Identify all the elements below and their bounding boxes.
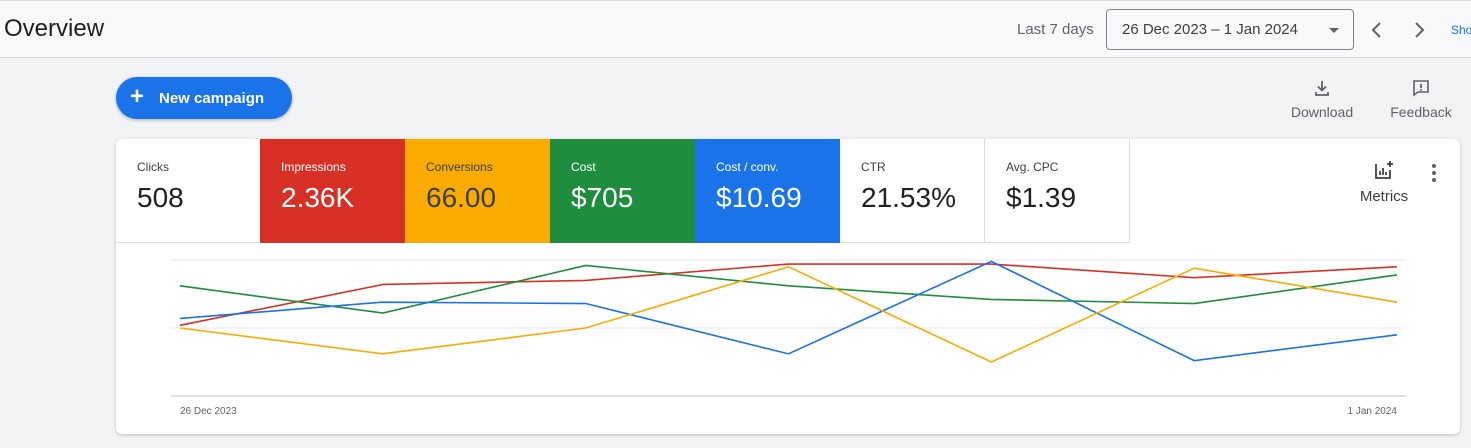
scorecard-value: 508	[137, 182, 184, 213]
performance-chart: 26 Dec 2023 1 Jan 2024	[171, 259, 1406, 417]
date-range-select[interactable]: 26 Dec 2023 – 1 Jan 2024	[1106, 9, 1354, 50]
chevron-left-icon	[1371, 22, 1381, 38]
page-title: Overview	[4, 15, 105, 42]
scorecard-name: Impressions	[281, 160, 346, 174]
scorecard-value: $1.39	[1006, 182, 1077, 213]
metrics-label: Metrics	[1359, 188, 1409, 205]
scorecard-value: 2.36K	[281, 182, 355, 213]
download-label: Download	[1290, 104, 1354, 120]
scorecard-name: Clicks	[137, 160, 169, 174]
scorecard-value: 66.00	[426, 182, 497, 213]
plus-icon: +	[130, 83, 145, 110]
download-button[interactable]: Download	[1286, 78, 1358, 120]
feedback-button[interactable]: Feedback	[1386, 78, 1456, 120]
next-period-button[interactable]	[1404, 15, 1434, 45]
scorecard-conversions[interactable]: Conversions 66.00	[405, 139, 550, 243]
top-bar: Overview Last 7 days 26 Dec 2023 – 1 Jan…	[0, 0, 1471, 58]
series-line-3	[179, 265, 1398, 363]
new-campaign-label: New campaign	[159, 90, 265, 107]
more-options-button[interactable]	[1422, 161, 1446, 185]
date-range-label: Last 7 days	[1017, 21, 1094, 38]
scorecard-ctr[interactable]: CTR 21.53%	[840, 139, 985, 243]
new-campaign-button[interactable]: + New campaign	[116, 77, 292, 119]
previous-period-button[interactable]	[1362, 15, 1392, 45]
scorecard-value: $10.69	[716, 182, 802, 213]
feedback-label: Feedback	[1390, 104, 1452, 120]
metrics-button[interactable]: Metrics	[1348, 159, 1420, 205]
performance-card: Clicks 508 Impressions 2.36K Conversions…	[116, 139, 1460, 434]
download-icon	[1315, 81, 1329, 96]
more-vert-icon	[1432, 164, 1436, 182]
scorecard-avg-cpc[interactable]: Avg. CPC $1.39	[985, 139, 1130, 243]
x-tick-label: 1 Jan 2024	[1348, 406, 1398, 417]
scorecard-name: Cost / conv.	[716, 160, 779, 174]
feedback-icon	[1413, 80, 1429, 97]
scorecard-cost-per-conv[interactable]: Cost / conv. $10.69	[695, 139, 840, 243]
series-line-0	[179, 263, 1398, 327]
show-link[interactable]: Show	[1451, 23, 1471, 37]
dropdown-caret-icon	[1329, 28, 1339, 33]
chart-add-icon	[1375, 161, 1393, 179]
scorecard-value: $705	[571, 182, 634, 213]
scorecard-name: CTR	[861, 160, 886, 174]
scorecard-cost[interactable]: Cost $705	[550, 139, 695, 243]
scorecard-name: Conversions	[426, 160, 493, 174]
x-tick-label: 26 Dec 2023	[180, 406, 237, 417]
scorecard-impressions[interactable]: Impressions 2.36K	[260, 139, 405, 243]
scorecard-name: Cost	[571, 160, 596, 174]
scorecard-value: 21.53%	[861, 182, 956, 213]
scorecard-clicks[interactable]: Clicks 508	[116, 139, 261, 243]
scorecard-name: Avg. CPC	[1006, 160, 1059, 174]
chevron-right-icon	[1415, 22, 1425, 38]
date-range-value: 26 Dec 2023 – 1 Jan 2024	[1122, 21, 1298, 38]
